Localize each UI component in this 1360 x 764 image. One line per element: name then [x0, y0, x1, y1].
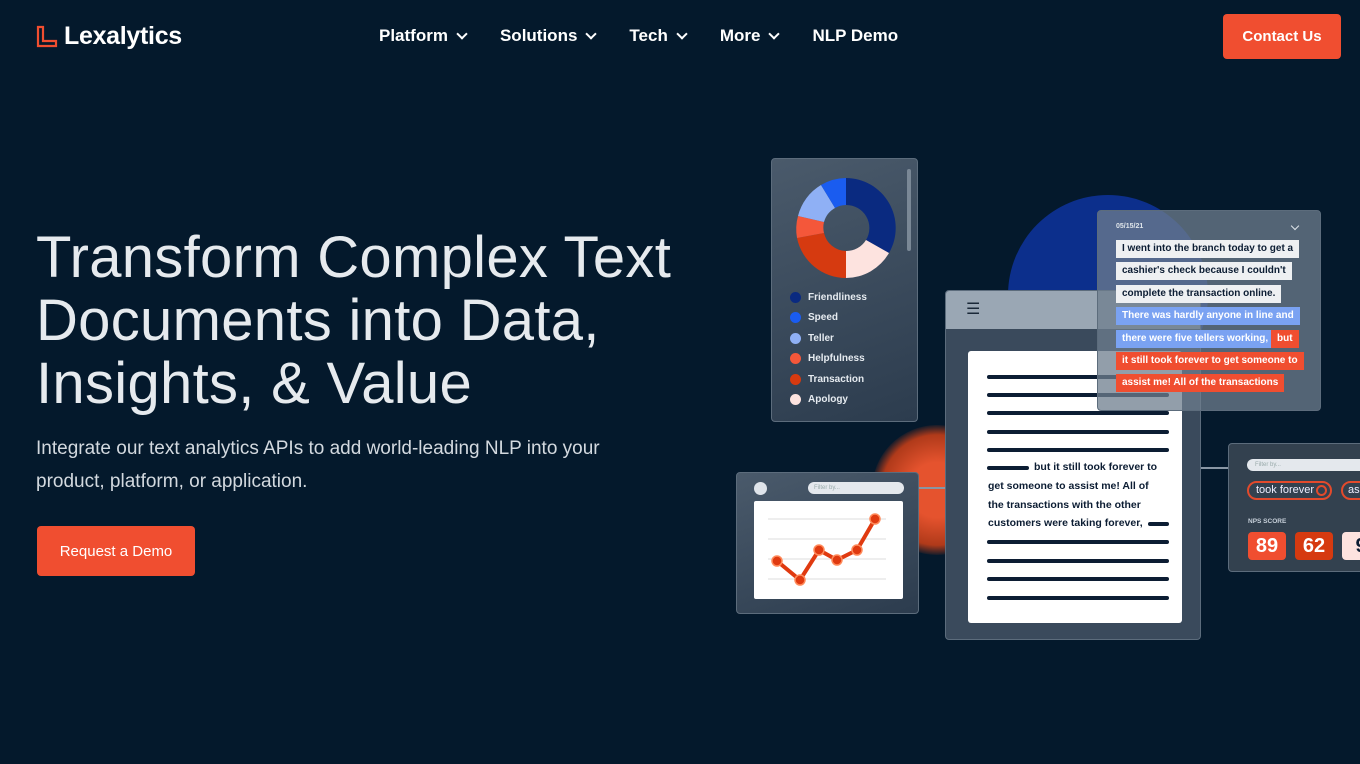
legend-item: Transaction [790, 369, 867, 390]
nav-label: NLP Demo [812, 26, 899, 45]
menu-icon[interactable]: ☰ [966, 302, 980, 318]
collapse-icon[interactable] [754, 482, 767, 495]
review-line-negative: but [1271, 329, 1299, 348]
close-icon[interactable] [1316, 485, 1328, 496]
nps-panel: Filter by... took forever as NPS SCORE 8… [1228, 443, 1360, 572]
review-line-neutral: cashier's check because I couldn't [1116, 262, 1292, 281]
legend-item: Teller [790, 328, 867, 349]
donut-chart [796, 178, 896, 278]
nps-label: NPS SCORE [1248, 518, 1287, 525]
lexalytics-logo-icon [36, 25, 58, 47]
doc-text: the transactions with the other [988, 499, 1141, 511]
nps-score: 9 [1342, 532, 1360, 560]
legend-label: Teller [808, 332, 834, 344]
legend-item: Speed [790, 308, 867, 329]
chevron-down-icon [768, 28, 781, 40]
legend-dot [790, 332, 801, 344]
chevron-down-icon [676, 28, 688, 40]
legend-dot [790, 373, 801, 385]
nps-score: 89 [1248, 532, 1286, 560]
line-chart [768, 513, 886, 586]
trend-chart-panel: Filter by... [736, 472, 919, 614]
legend-dot [790, 291, 801, 303]
hero-subtitle: Integrate our text analytics APIs to add… [36, 438, 600, 492]
chevron-down-icon [456, 28, 468, 40]
main-menu: Platform Solutions Tech More NLP Demo [379, 26, 898, 46]
filter-input[interactable]: Filter by... [1247, 459, 1360, 471]
request-demo-button[interactable]: Request a Demo [37, 526, 195, 576]
legend-label: Speed [808, 312, 839, 324]
review-line-positive: There was hardly anyone in line and [1116, 307, 1300, 326]
nav-label: More [719, 26, 761, 45]
doc-text: but it still took forever to [1034, 461, 1158, 473]
legend-label: Apology [808, 394, 848, 406]
nps-score: 62 [1295, 532, 1333, 560]
review-line-negative: assist me! All of the transactions [1116, 374, 1285, 393]
logo[interactable]: Lexalytics [36, 22, 182, 51]
review-line-neutral: I went into the branch today to get a [1116, 240, 1300, 258]
legend-item: Friendliness [790, 287, 867, 308]
review-panel: 05/15/21 I went into the branch today to… [1097, 210, 1321, 411]
tag-label: took forever [1256, 484, 1315, 496]
legend-item: Apology [790, 390, 867, 411]
nav-tech[interactable]: Tech [629, 26, 688, 46]
legend-dot [790, 394, 801, 406]
tag-took-forever[interactable]: took forever [1247, 481, 1333, 500]
logo-text: Lexalytics [64, 22, 182, 50]
review-line-neutral: complete the transaction online. [1116, 284, 1282, 303]
chevron-down-icon [585, 28, 598, 40]
legend-dot [790, 353, 801, 365]
legend-label: Friendliness [808, 291, 867, 303]
nav-more[interactable]: More [719, 26, 781, 46]
doc-text: customers were taking forever, [988, 517, 1143, 529]
nav-solutions[interactable]: Solutions [499, 26, 598, 46]
legend-item: Helpfulness [790, 349, 867, 370]
review-line-positive: there were five tellers working, [1116, 329, 1275, 348]
scrollbar[interactable] [907, 169, 911, 251]
nav-label: Solutions [499, 26, 578, 45]
nav-nlp-demo[interactable]: NLP Demo [812, 26, 898, 46]
doc-text: get someone to assist me! All of [988, 480, 1149, 492]
nav-label: Tech [629, 26, 668, 45]
legend-dot [790, 312, 801, 324]
contact-us-button[interactable]: Contact Us [1223, 14, 1341, 59]
nav-label: Platform [379, 26, 448, 45]
hero-title: Transform Complex Text Documents into Da… [36, 225, 672, 416]
filter-input[interactable]: Filter by... [808, 482, 904, 494]
top-nav: Lexalytics Platform Solutions Tech More … [0, 0, 1360, 72]
review-line-negative: it still took forever to get someone to [1116, 352, 1304, 370]
nav-platform[interactable]: Platform [379, 26, 468, 46]
chevron-down-icon[interactable] [1290, 221, 1300, 231]
legend-label: Transaction [808, 373, 865, 385]
review-date: 05/15/21 [1116, 223, 1144, 230]
sentiment-donut-panel: Friendliness Speed Teller Helpfulness Transa… [771, 158, 918, 422]
tag[interactable]: as [1341, 481, 1360, 500]
donut-legend: Friendliness Speed Teller Helpfulness Transa… [790, 287, 867, 410]
legend-label: Helpfulness [808, 353, 865, 365]
